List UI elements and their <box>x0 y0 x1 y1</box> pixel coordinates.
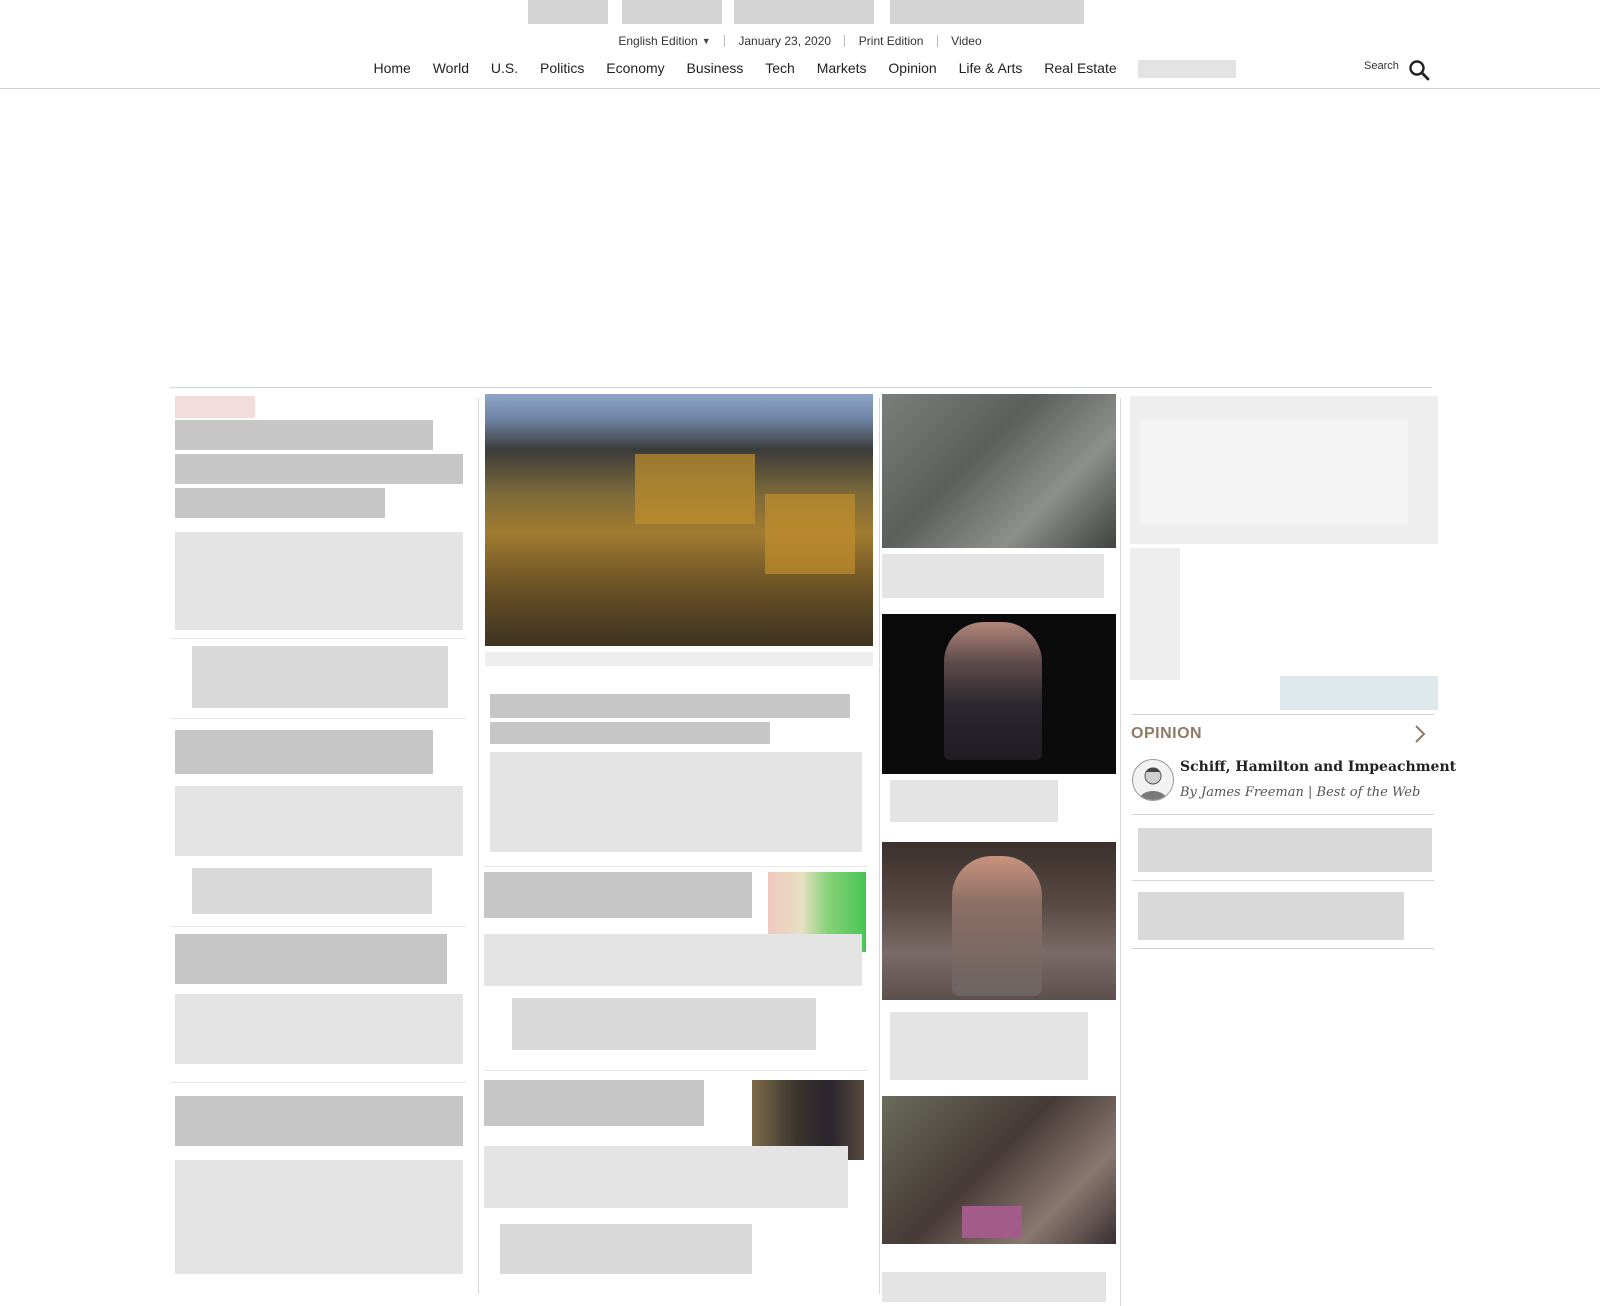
story-photo[interactable] <box>882 842 1116 1000</box>
opinion-divider <box>1132 714 1434 715</box>
opinion-label[interactable]: OPINION <box>1131 725 1202 743</box>
story-photo[interactable] <box>882 614 1116 774</box>
main-nav: Home World U.S. Politics Economy Busines… <box>0 60 1600 79</box>
story-bullets[interactable] <box>500 1224 752 1274</box>
lead-story-headline[interactable] <box>490 694 850 718</box>
opinion-item[interactable] <box>1138 892 1404 940</box>
sub-header-bar: English Edition ▼ January 23, 2020 Print … <box>0 33 1600 48</box>
column-divider <box>879 398 880 1294</box>
story-photo[interactable] <box>882 1096 1116 1244</box>
masthead-logo[interactable] <box>528 0 1084 26</box>
nav-item-economy[interactable]: Economy <box>606 60 664 76</box>
nav-item-obscured[interactable] <box>1137 60 1236 79</box>
logo-fragment <box>528 0 608 24</box>
image-detail <box>952 856 1042 996</box>
lead-story-headline[interactable] <box>490 722 770 744</box>
print-edition-link[interactable]: Print Edition <box>859 34 924 48</box>
search-label: Search <box>1364 60 1399 72</box>
lead-story-image[interactable] <box>485 394 873 646</box>
opinion-divider <box>1132 880 1434 881</box>
image-detail <box>944 622 1042 760</box>
story-summary <box>175 532 463 630</box>
divider <box>844 34 846 47</box>
story-headline[interactable] <box>175 1096 463 1146</box>
nav-item-us[interactable]: U.S. <box>491 60 518 76</box>
nav-item-business[interactable]: Business <box>687 60 744 76</box>
story-headline[interactable] <box>175 934 447 984</box>
logo-fragment <box>734 0 874 24</box>
opinion-divider <box>1132 948 1434 949</box>
date-text: January 23, 2020 <box>738 33 832 48</box>
story-headline[interactable] <box>175 730 433 774</box>
image-detail <box>962 1206 1022 1238</box>
opinion-item[interactable] <box>1138 828 1432 872</box>
story-summary <box>175 1160 463 1274</box>
story-headline[interactable] <box>882 1272 1106 1302</box>
story-bullets[interactable] <box>512 998 816 1050</box>
story-headline[interactable] <box>890 780 1058 822</box>
story-headline[interactable] <box>882 554 1104 598</box>
story-headline[interactable] <box>484 872 752 918</box>
widget-button[interactable] <box>1280 676 1438 710</box>
nav-item-opinion[interactable]: Opinion <box>888 60 936 76</box>
story-photo[interactable] <box>882 394 1116 548</box>
video-link[interactable]: Video <box>951 34 981 48</box>
header-divider <box>0 88 1600 89</box>
image-detail <box>765 494 855 574</box>
divider <box>170 1082 466 1083</box>
nav-item-tech[interactable]: Tech <box>765 60 795 76</box>
story-headline[interactable] <box>175 488 385 518</box>
search-icon <box>1409 60 1430 81</box>
logo-fragment <box>622 0 722 24</box>
image-detail <box>635 454 755 524</box>
lead-story-summary <box>490 752 862 852</box>
divider <box>484 1070 868 1071</box>
story-headline[interactable] <box>890 1012 1088 1080</box>
nav-item-politics[interactable]: Politics <box>540 60 584 76</box>
divider <box>170 718 466 719</box>
story-summary <box>175 786 463 856</box>
divider <box>724 34 725 47</box>
edition-selector[interactable]: English Edition ▼ <box>618 33 710 48</box>
nav-item-world[interactable]: World <box>433 60 469 76</box>
opinion-headline[interactable]: Schiff, Hamilton and Impeachment <box>1180 759 1456 775</box>
ad-slot-divider <box>170 387 1432 388</box>
ad-widget-content <box>1140 420 1408 524</box>
divider <box>936 34 938 47</box>
story-headline[interactable] <box>175 454 463 484</box>
author-avatar <box>1132 759 1174 801</box>
nav-item-home[interactable]: Home <box>373 60 410 76</box>
story-bullets[interactable] <box>192 868 432 914</box>
search-button[interactable]: Search <box>1364 60 1430 81</box>
opinion-byline: By James Freeman | Best of the Web <box>1180 785 1421 800</box>
story-summary <box>484 1146 848 1208</box>
opinion-divider <box>1132 814 1434 815</box>
nav-item-life-arts[interactable]: Life & Arts <box>959 60 1023 76</box>
nav-item-real-estate[interactable]: Real Estate <box>1044 60 1116 76</box>
chevron-right-icon[interactable] <box>1414 724 1426 744</box>
widget-list <box>1130 548 1180 680</box>
divider <box>170 926 466 927</box>
story-summary <box>484 934 862 986</box>
nav-item-markets[interactable]: Markets <box>817 60 867 76</box>
story-flag <box>175 396 255 418</box>
story-bullets[interactable] <box>192 646 448 708</box>
caret-down-icon: ▼ <box>701 36 711 47</box>
image-caption <box>485 652 873 666</box>
column-divider <box>1120 398 1121 1306</box>
divider <box>484 866 868 867</box>
story-summary <box>175 994 463 1064</box>
logo-fragment <box>890 0 1084 24</box>
author-portrait-icon <box>1139 767 1167 800</box>
story-headline[interactable] <box>484 1080 704 1126</box>
story-headline[interactable] <box>175 420 433 450</box>
edition-label: English Edition <box>618 34 698 49</box>
column-divider <box>478 398 479 1294</box>
divider <box>170 638 466 639</box>
